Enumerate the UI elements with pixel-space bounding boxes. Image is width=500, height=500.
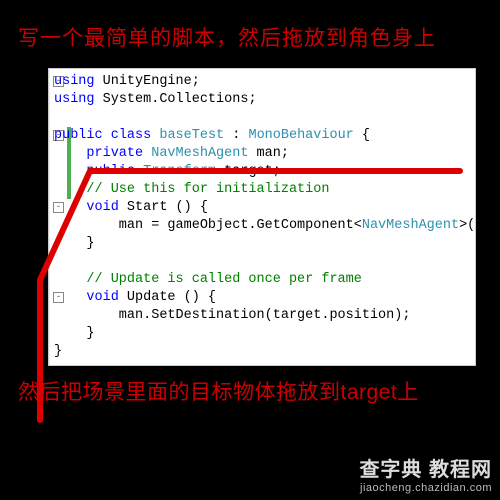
code-line: using UnityEngine;	[54, 73, 491, 91]
code-line: }	[54, 343, 491, 361]
code-line: private NavMeshAgent man;	[54, 145, 491, 163]
code-line: }	[54, 235, 491, 253]
watermark-url: jiaocheng.chazidian.com	[359, 482, 492, 494]
code-line: void Update () {	[54, 289, 491, 307]
code-line: // Update is called once per frame	[54, 271, 491, 289]
code-editor: ---- using UnityEngine;using System.Coll…	[48, 68, 476, 366]
bottom-caption: 然后把场景里面的目标物体拖放到target上	[0, 366, 500, 412]
code-line: man = gameObject.GetComponent<NavMeshAge…	[54, 217, 491, 235]
watermark-brand: 查字典 教程网	[359, 453, 492, 482]
code-line	[54, 109, 491, 127]
code-line	[54, 253, 491, 271]
code-line: public Transform target;	[54, 163, 491, 181]
top-caption: 写一个最简单的脚本，然后拖放到角色身上	[0, 0, 500, 64]
watermark: 查字典 教程网 jiaocheng.chazidian.com	[359, 453, 492, 494]
code-line: }	[54, 325, 491, 343]
code-line: using System.Collections;	[54, 91, 491, 109]
code-line: // Use this for initialization	[54, 181, 491, 199]
code-line: void Start () {	[54, 199, 491, 217]
code-line: man.SetDestination(target.position);	[54, 307, 491, 325]
code-body: using UnityEngine;using System.Collectio…	[50, 69, 497, 365]
code-line: public class baseTest : MonoBehaviour {	[54, 127, 491, 145]
